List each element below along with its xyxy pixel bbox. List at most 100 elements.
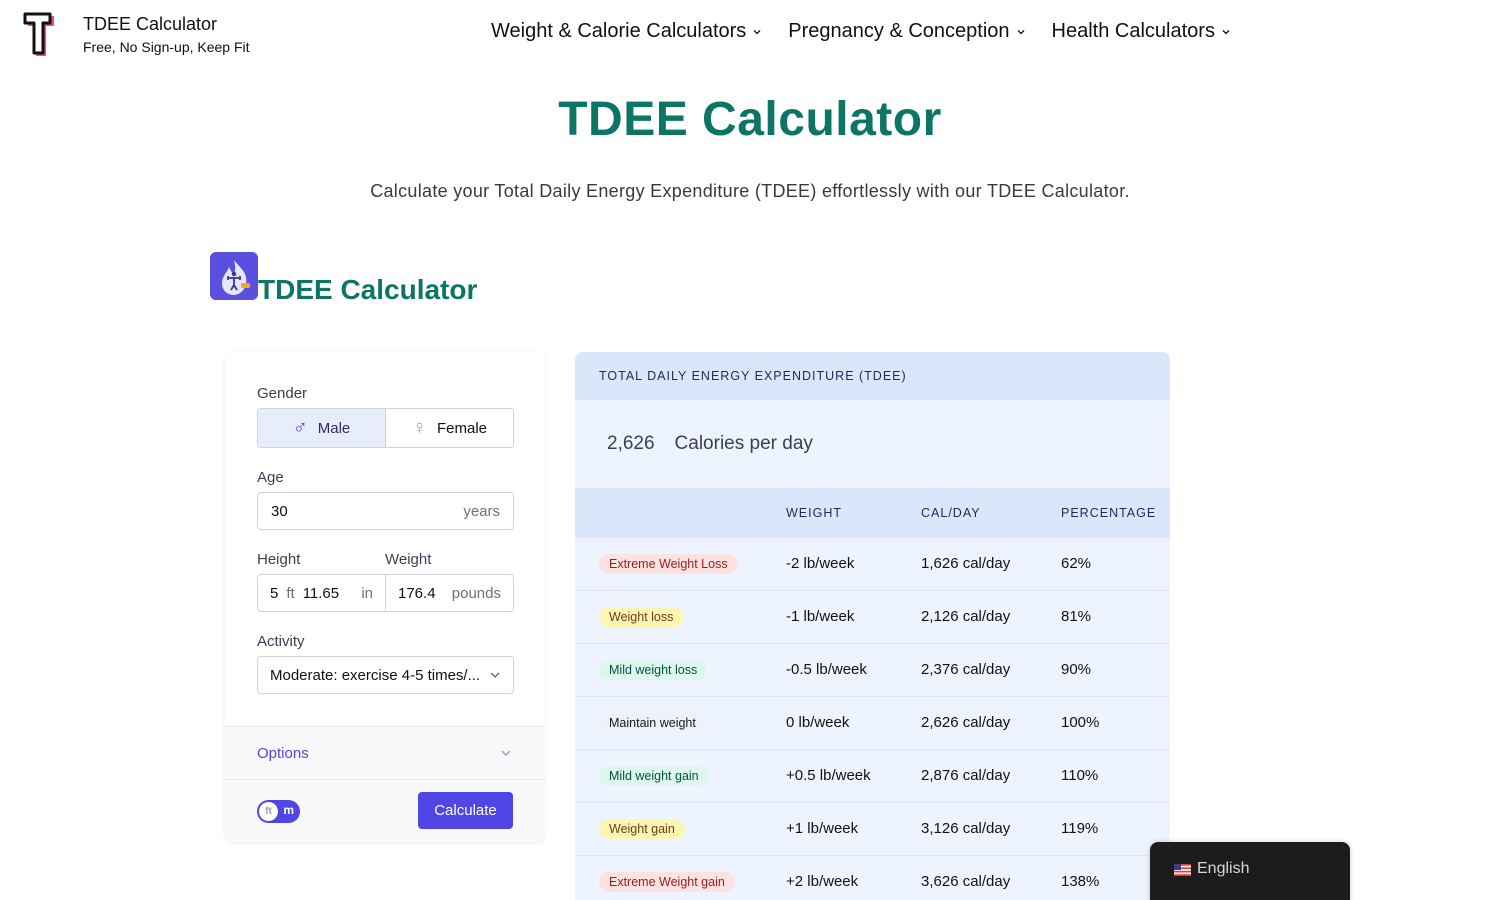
brand-title[interactable]: TDEE Calculator [83, 14, 217, 35]
language-switcher[interactable]: English [1150, 842, 1350, 900]
chevron-down-icon [753, 29, 761, 34]
chevron-down-icon [1017, 29, 1025, 34]
calories-per-day: 2,376 cal/day [921, 661, 1011, 678]
goal-badge: Extreme Weight gain [599, 872, 735, 892]
age-input[interactable]: 30 years [257, 492, 514, 530]
percentage: 62% [1061, 555, 1092, 572]
weight-change: -1 lb/week [786, 608, 855, 625]
height-in-unit: in [361, 584, 373, 602]
percentage: 138% [1061, 873, 1100, 890]
activity-value: Moderate: exercise 4-5 times/... [270, 666, 481, 684]
options-label: Options [257, 744, 309, 762]
weight-change: +2 lb/week [786, 873, 859, 890]
section-title: TDEE Calculator [258, 274, 478, 305]
table-row: Mild weight loss -0.5 lb/week 2,376 cal/da… [575, 644, 1170, 697]
gender-female-label: Female [436, 419, 488, 437]
goal-badge: Weight gain [599, 819, 685, 839]
weight-label: Weight [385, 551, 432, 568]
height-weight-inputs: 5 ft 11.65 in 176.4 pounds [257, 574, 514, 612]
page-subtitle: Calculate your Total Daily Energy Expend… [370, 181, 1130, 201]
activity-select[interactable]: Moderate: exercise 4-5 times/... [257, 656, 514, 694]
calories-per-day: 3,626 cal/day [921, 873, 1011, 890]
options-toggle[interactable]: Options [225, 726, 545, 780]
calories-per-day: 3,126 cal/day [921, 820, 1011, 837]
weight-unit: pounds [451, 584, 501, 602]
nav-label: Health Calculators [1051, 20, 1215, 42]
gender-female-button[interactable]: ♀ Female [386, 409, 513, 447]
table-row: Mild weight gain +0.5 lb/week 2,876 cal/da… [575, 750, 1170, 803]
goal-badge: Extreme Weight Loss [599, 554, 738, 574]
weight-change: -0.5 lb/week [786, 661, 867, 678]
percentage: 90% [1061, 661, 1092, 678]
flame-fitness-icon [210, 252, 258, 300]
goal-badge: Weight loss [599, 607, 684, 627]
results-table-body: Extreme Weight Loss -2 lb/week 1,626 cal/d… [575, 538, 1170, 900]
goal-badge: Mild weight gain [599, 766, 709, 786]
height-ft-value[interactable]: 5 [270, 585, 278, 602]
column-header-percentage: PERCENTAGE [1061, 506, 1157, 520]
unit-toggle-ft: ft [259, 802, 278, 821]
chevron-down-icon [490, 672, 500, 679]
gender-label: Gender [257, 385, 308, 402]
height-in-value[interactable]: 11.65 [303, 585, 339, 602]
percentage: 100% [1061, 714, 1100, 731]
nav-label: Weight & Calorie Calculators [491, 20, 747, 42]
us-flag-icon [1174, 864, 1191, 876]
unit-system-toggle[interactable]: ft m [257, 800, 300, 823]
table-row: Weight loss -1 lb/week 2,126 cal/day 81% [575, 591, 1170, 644]
female-icon: ♀ [411, 417, 427, 439]
column-header-weight: WEIGHT [786, 506, 842, 520]
weight-change: 0 lb/week [786, 714, 850, 731]
percentage: 110% [1061, 767, 1099, 784]
weight-input[interactable]: 176.4 pounds [386, 575, 513, 611]
goal-badge: Maintain weight [599, 713, 706, 733]
calculate-button[interactable]: Calculate [418, 792, 513, 829]
age-label: Age [257, 469, 284, 486]
tdee-total: 2,626 Calories per day [575, 400, 1170, 488]
unit-toggle-m: m [283, 803, 294, 817]
goal-badge: Mild weight loss [599, 660, 708, 680]
table-row: Extreme Weight gain +2 lb/week 3,626 cal/d… [575, 856, 1170, 900]
nav-health-calculators[interactable]: Health Calculators [1052, 20, 1231, 43]
percentage: 119% [1061, 820, 1099, 837]
page-title: TDEE Calculator [558, 93, 942, 146]
calculator-form: Gender ♂ Male ♀ Female Age 30 years Heig… [225, 352, 545, 842]
calories-per-day: 2,626 cal/day [921, 714, 1011, 731]
gender-male-button[interactable]: ♂ Male [258, 409, 386, 447]
table-row: Extreme Weight Loss -2 lb/week 1,626 cal/d… [575, 538, 1170, 591]
results-header: TOTAL DAILY ENERGY EXPENDITURE (TDEE) [575, 352, 1170, 400]
weight-value: 176.4 [398, 584, 436, 602]
height-input[interactable]: 5 ft 11.65 in [258, 575, 386, 611]
nav-pregnancy-conception[interactable]: Pregnancy & Conception [788, 20, 1025, 43]
form-footer: ft m Calculate [225, 780, 545, 842]
chevron-down-icon [1222, 29, 1230, 34]
calories-per-day: 1,626 cal/day [921, 555, 1011, 572]
weight-change: +0.5 lb/week [786, 767, 871, 784]
nav-label: Pregnancy & Conception [788, 20, 1010, 42]
percentage: 81% [1061, 608, 1092, 625]
nav-weight-calorie-calculators[interactable]: Weight & Calorie Calculators [491, 20, 762, 43]
gender-selector: ♂ Male ♀ Female [257, 408, 514, 448]
age-unit: years [463, 502, 500, 520]
tdee-unit: Calories per day [674, 433, 813, 454]
results-panel: TOTAL DAILY ENERGY EXPENDITURE (TDEE) 2,… [575, 352, 1170, 900]
language-label: English [1197, 860, 1250, 877]
main-nav: Weight & Calorie Calculators Pregnancy &… [491, 20, 1257, 43]
calories-per-day: 2,126 cal/day [921, 608, 1011, 625]
brand-tagline: Free, No Sign-up, Keep Fit [83, 39, 250, 55]
table-row: Weight gain +1 lb/week 3,126 cal/day 119% [575, 803, 1170, 856]
gender-male-label: Male [317, 419, 351, 437]
weight-change: +1 lb/week [786, 820, 859, 837]
column-header-cal-day: CAL/DAY [921, 506, 981, 520]
tdee-value: 2,626 [607, 433, 655, 454]
height-label: Height [257, 551, 301, 568]
site-header: TDEE Calculator Free, No Sign-up, Keep F… [0, 0, 1500, 70]
results-table-header: WEIGHT CAL/DAY PERCENTAGE [575, 488, 1170, 538]
weight-change: -2 lb/week [786, 555, 855, 572]
height-ft-unit: ft [286, 584, 295, 602]
chevron-down-icon [501, 750, 511, 757]
male-icon: ♂ [292, 417, 308, 439]
calories-per-day: 2,876 cal/day [921, 767, 1011, 784]
logo-icon[interactable] [22, 12, 58, 58]
age-value: 30 [271, 502, 288, 520]
